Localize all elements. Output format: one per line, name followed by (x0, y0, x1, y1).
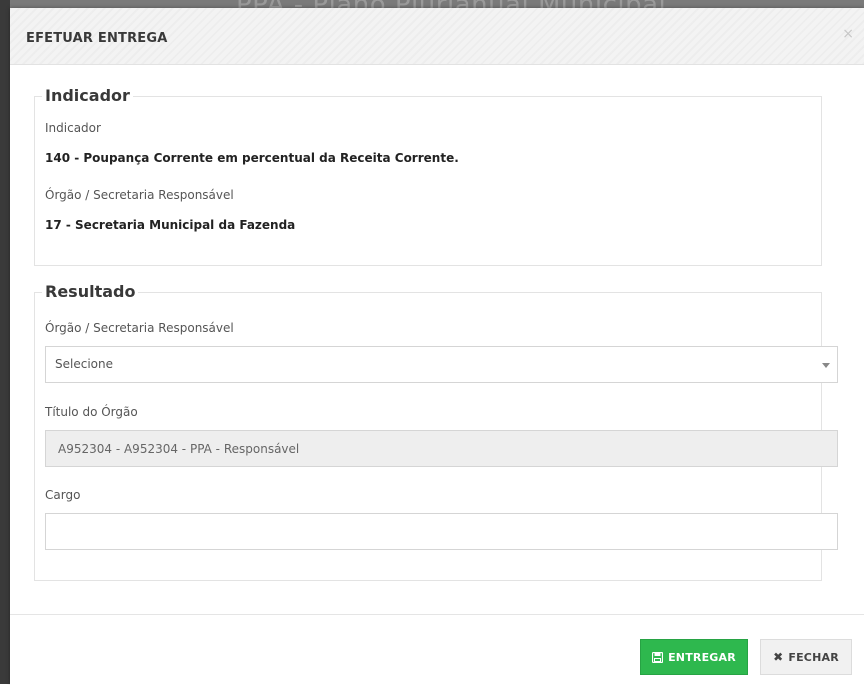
efetuar-entrega-modal: EFETUAR ENTREGA × Indicador Indicador 14… (10, 8, 864, 685)
fechar-label: FECHAR (788, 650, 839, 664)
orgao-responsavel-value: 17 - Secretaria Municipal da Fazenda (45, 218, 296, 232)
background-sidebar-edge (0, 0, 10, 684)
close-icon: ✖ (773, 650, 784, 664)
entregar-label: ENTREGAR (668, 650, 736, 664)
resultado-orgao-label: Órgão / Secretaria Responsável (45, 321, 234, 335)
orgao-select[interactable]: Selecione (45, 346, 838, 383)
resultado-fieldset: Resultado Órgão / Secretaria Responsável… (34, 283, 838, 581)
chevron-down-icon (822, 363, 830, 368)
cargo-input[interactable] (45, 513, 838, 550)
modal-title: EFETUAR ENTREGA (26, 31, 168, 46)
fechar-button[interactable]: ✖ FECHAR (760, 639, 852, 675)
resultado-legend: Resultado (42, 283, 139, 301)
modal-close-icon[interactable]: × (842, 26, 854, 42)
modal-header: EFETUAR ENTREGA × (10, 8, 864, 65)
orgao-responsavel-label: Órgão / Secretaria Responsável (45, 188, 234, 202)
save-icon (652, 651, 664, 663)
cargo-label: Cargo (45, 488, 81, 502)
indicador-value: 140 - Poupança Corrente em percentual da… (45, 151, 459, 165)
indicador-label: Indicador (45, 121, 101, 135)
modal-footer: ENTREGAR ✖ FECHAR (10, 614, 864, 685)
titulo-orgao-label: Título do Órgão (45, 405, 138, 419)
indicador-legend: Indicador (42, 87, 133, 105)
orgao-select-value: Selecione (55, 357, 113, 371)
entregar-button[interactable]: ENTREGAR (640, 639, 748, 675)
titulo-orgao-input[interactable] (45, 430, 838, 467)
indicador-fieldset: Indicador Indicador 140 - Poupança Corre… (34, 87, 822, 266)
